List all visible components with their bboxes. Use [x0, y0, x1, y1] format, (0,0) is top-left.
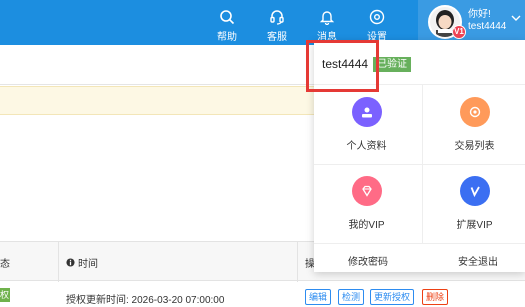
table-row: 权 授权更新时间: 2026-03-20 07:00:00 编辑 检测 更新授权…	[0, 282, 525, 307]
renew-license-button[interactable]: 更新授权	[370, 289, 415, 305]
my-vip-menu-item[interactable]: 我的VIP	[314, 164, 419, 243]
extend-vip-menu-item[interactable]: 扩展VIP	[422, 164, 525, 243]
chevron-down-icon	[511, 15, 521, 21]
top-navbar: 帮助 客服 消息 设置 V1 你好! test4444	[0, 0, 525, 45]
profile-icon	[351, 97, 382, 127]
profile-label: 个人资料	[346, 141, 387, 152]
messages-button[interactable]: 消息	[307, 0, 347, 45]
transactions-menu-item[interactable]: 交易列表	[422, 85, 525, 164]
edit-button[interactable]: 编辑	[305, 289, 332, 305]
greeting-username: test4444	[468, 21, 507, 32]
auth-update-time: 授权更新时间: 2026-03-20 07:00:00	[66, 295, 225, 306]
diamond-icon	[351, 176, 382, 206]
bell-icon	[319, 11, 335, 25]
dropdown-footer: 修改密码 安全退出	[314, 243, 525, 272]
greeting-text: 你好!	[468, 9, 491, 20]
help-button[interactable]: 帮助	[207, 0, 247, 45]
vip-extend-icon	[459, 176, 490, 206]
status-column-header: 态	[0, 259, 10, 270]
info-icon	[66, 258, 75, 267]
delete-button[interactable]: 删除	[422, 289, 449, 305]
customer-service-label: 客服	[267, 32, 287, 43]
status-badge: 权	[0, 288, 10, 302]
change-password-link[interactable]: 修改密码	[348, 253, 388, 268]
gear-icon	[369, 9, 385, 25]
column-divider	[58, 242, 59, 282]
my-vip-label: 我的VIP	[348, 220, 385, 231]
grid-divider	[314, 164, 525, 165]
help-label: 帮助	[217, 32, 237, 43]
time-column-header: 时间	[66, 255, 98, 270]
customer-service-button[interactable]: 客服	[257, 0, 297, 45]
headset-icon	[270, 10, 284, 25]
column-divider	[297, 242, 298, 282]
extend-vip-label: 扩展VIP	[456, 220, 493, 231]
vip-level-badge: V1	[452, 25, 466, 39]
transactions-label: 交易列表	[454, 141, 495, 152]
profile-menu-item[interactable]: 个人资料	[314, 85, 419, 164]
time-column-label: 时间	[78, 259, 98, 270]
user-greeting: 你好! test4444	[468, 9, 506, 33]
user-menu-toggle[interactable]: V1 你好! test4444	[418, 0, 525, 45]
search-icon	[220, 10, 235, 25]
highlight-box	[306, 40, 379, 92]
check-button[interactable]: 检测	[338, 289, 365, 305]
logout-link[interactable]: 安全退出	[458, 253, 498, 268]
transactions-icon	[459, 97, 490, 127]
settings-button[interactable]: 设置	[357, 0, 397, 45]
